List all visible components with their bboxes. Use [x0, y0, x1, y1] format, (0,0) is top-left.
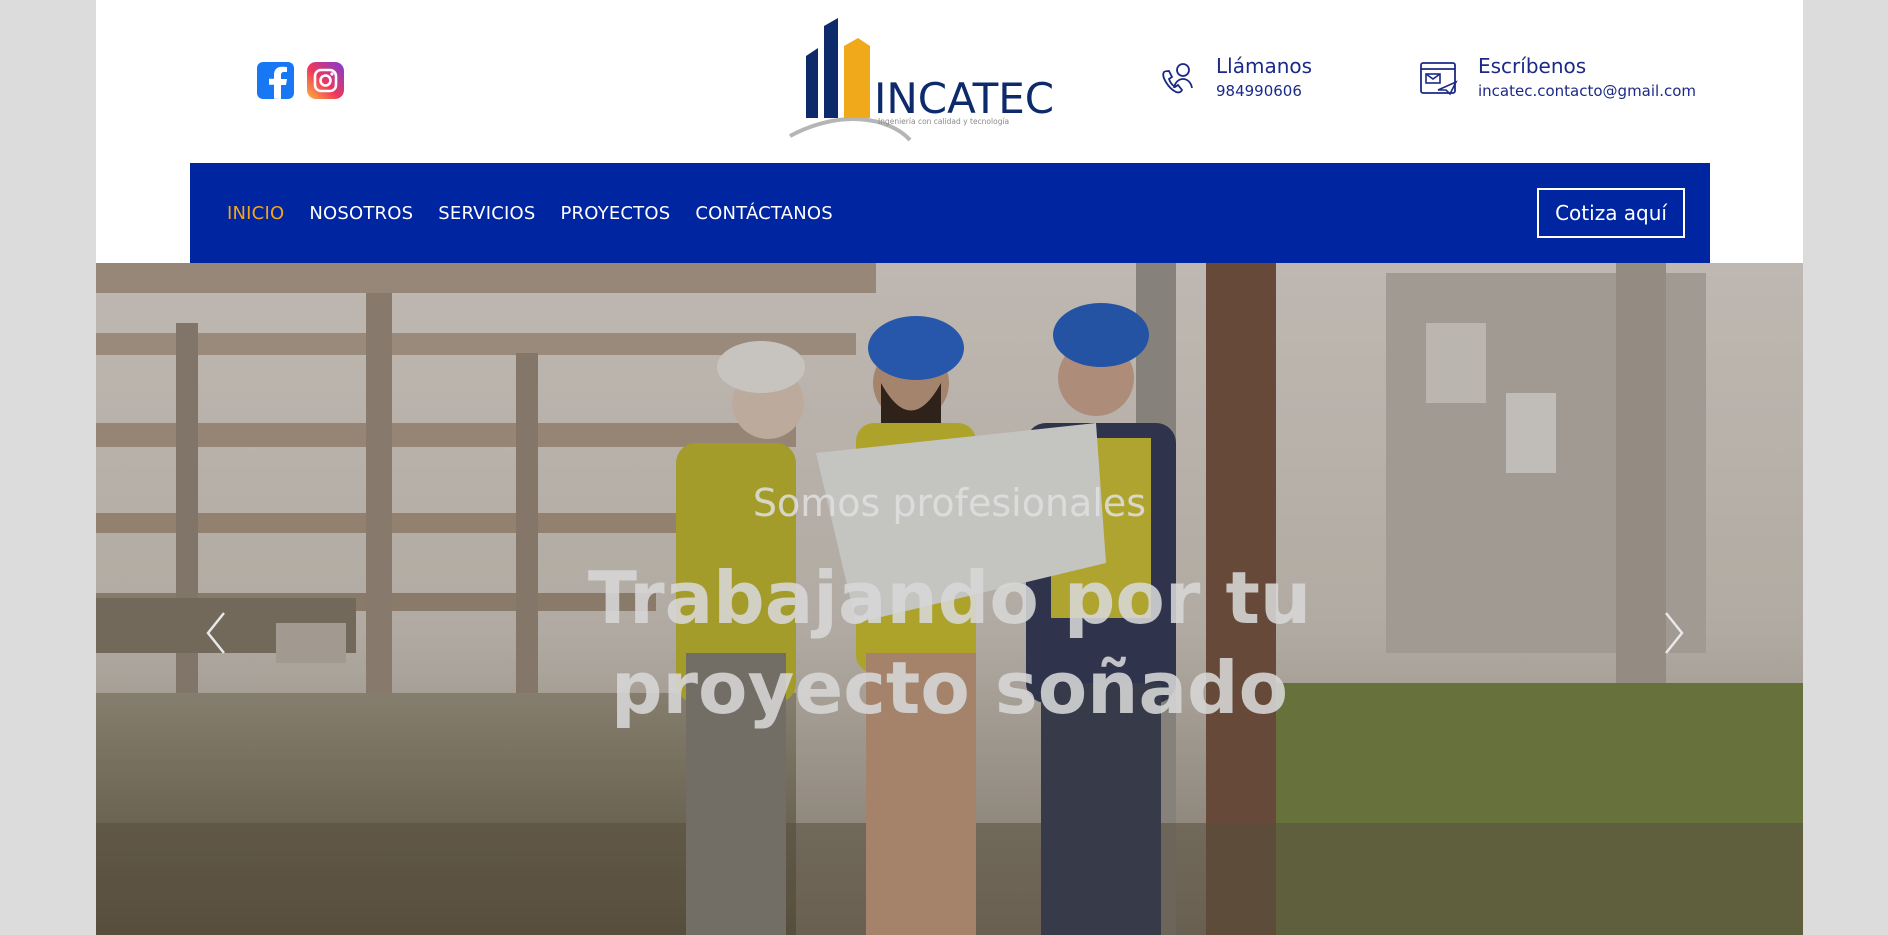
email-address[interactable]: incatec.contacto@gmail.com: [1478, 82, 1696, 100]
hero-slider: Somos profesionales Trabajando por tu pr…: [96, 263, 1803, 935]
slider-prev-arrow-icon[interactable]: [196, 603, 236, 663]
nav-item-servicios[interactable]: SERVICIOS: [438, 203, 535, 224]
nav-item-inicio[interactable]: INICIO: [227, 203, 284, 224]
main-navigation: INICIO NOSOTROS SERVICIOS PROYECTOS CONT…: [190, 163, 1710, 263]
quote-button[interactable]: Cotiza aquí: [1537, 188, 1685, 238]
hero-subtitle: Somos profesionales: [752, 481, 1147, 525]
header: INCATEC Ingeniería con calidad y tecnolo…: [96, 0, 1803, 163]
nav-menu: INICIO NOSOTROS SERVICIOS PROYECTOS CONT…: [227, 203, 858, 224]
slider-next-arrow-icon[interactable]: [1654, 603, 1694, 663]
facebook-icon[interactable]: [257, 62, 294, 99]
incatec-logo[interactable]: INCATEC Ingeniería con calidad y tecnolo…: [778, 18, 1068, 146]
logo-text: INCATEC: [874, 74, 1054, 123]
nav-item-nosotros[interactable]: NOSOTROS: [309, 203, 413, 224]
social-links: [257, 62, 344, 99]
hero-headline: Trabajando por tu proyecto soñado: [587, 556, 1312, 730]
logo-tagline: Ingeniería con calidad y tecnología: [878, 117, 1009, 126]
email-contact: Escríbenos incatec.contacto@gmail.com: [1418, 52, 1696, 100]
phone-support-icon: [1162, 63, 1193, 94]
email-browser-icon: [1420, 62, 1458, 96]
nav-item-contactanos[interactable]: CONTÁCTANOS: [695, 203, 833, 224]
email-title: Escríbenos: [1478, 54, 1587, 78]
phone-contact: Llámanos 984990606: [1156, 52, 1312, 100]
instagram-icon[interactable]: [307, 62, 344, 99]
phone-title: Llámanos: [1216, 54, 1313, 78]
nav-item-proyectos[interactable]: PROYECTOS: [560, 203, 670, 224]
page: INCATEC Ingeniería con calidad y tecnolo…: [96, 0, 1803, 935]
phone-number[interactable]: 984990606: [1216, 82, 1312, 100]
